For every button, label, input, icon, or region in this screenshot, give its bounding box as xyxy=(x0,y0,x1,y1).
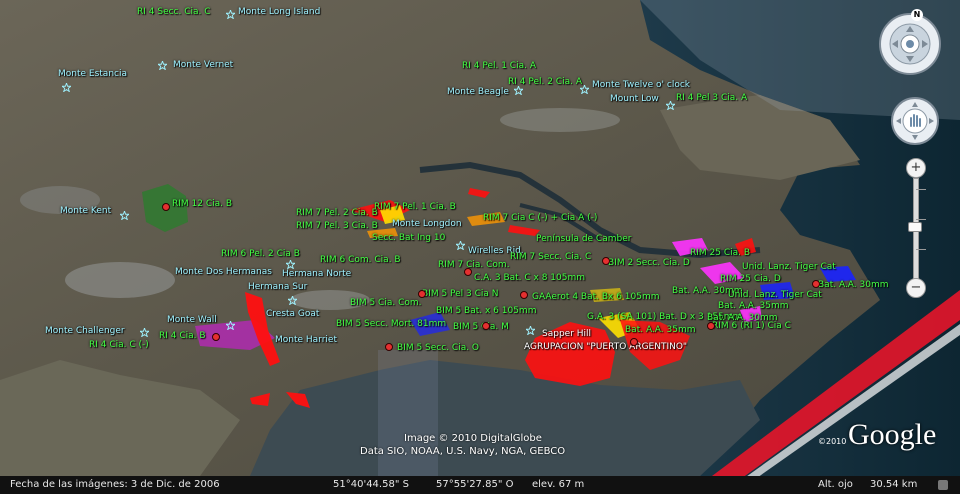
place-label[interactable]: Monte Vernet xyxy=(173,60,233,70)
star-pin-icon[interactable] xyxy=(62,83,71,92)
unit-marker[interactable] xyxy=(464,268,472,276)
star-pin-icon[interactable] xyxy=(526,326,535,335)
streaming-icon xyxy=(938,480,948,490)
place-label[interactable]: Monte Wall xyxy=(167,315,217,325)
unit-marker[interactable] xyxy=(418,290,426,298)
group-label[interactable]: AGRUPACION "PUERTO ARGENTINO" xyxy=(524,342,687,352)
unit-label[interactable]: BIM 5 Cia. M xyxy=(453,322,509,332)
unit-label[interactable]: RI 4 Secc. Cia. C xyxy=(137,7,211,17)
hand-pan-icon[interactable] xyxy=(890,96,940,146)
star-pin-icon[interactable] xyxy=(580,85,589,94)
place-label[interactable]: Monte Twelve o' clock xyxy=(592,80,690,90)
unit-label[interactable]: RIM 6 Com. Cia. B xyxy=(320,255,401,265)
unit-label[interactable]: RI 4 Pel. 1 Cia. A xyxy=(462,61,536,71)
unit-label[interactable]: RI 4 Pel 3 Cia. A xyxy=(676,93,747,103)
unit-label[interactable]: BIM 5 Secc. Cia. O xyxy=(397,343,479,353)
unit-label[interactable]: BIM 5 Secc. Mort. 81mm xyxy=(336,319,446,329)
unit-label[interactable]: Bat. A.A. 30mm xyxy=(818,280,889,290)
unit-marker[interactable] xyxy=(707,322,715,330)
latitude-readout: 51°40'44.58" S xyxy=(333,479,409,490)
unit-label[interactable]: RIM 7 Secc. Cia. C xyxy=(510,252,591,262)
zoom-tick xyxy=(916,189,926,190)
imagery-date: Fecha de las imágenes: 3 de Dic. de 2006 xyxy=(10,479,220,490)
place-label[interactable]: Mount Low xyxy=(610,94,659,104)
longitude-readout: 57°55'27.85" O xyxy=(436,479,514,490)
unit-marker[interactable] xyxy=(385,343,393,351)
unit-label[interactable]: RIM 7 Cia C (-) + Cia A (-) xyxy=(483,213,597,223)
zoom-slider[interactable]: + − xyxy=(906,158,926,300)
unit-marker[interactable] xyxy=(520,291,528,299)
unit-label[interactable]: RIM 7 Pel. 1 Cia. B xyxy=(374,202,456,212)
map-viewport[interactable]: Monte Long Island Monte Vernet Monte Est… xyxy=(0,0,960,494)
star-pin-icon[interactable] xyxy=(226,321,235,330)
status-bar: Fecha de las imágenes: 3 de Dic. de 2006… xyxy=(0,476,960,494)
unit-marker[interactable] xyxy=(482,322,490,330)
unit-label[interactable]: Bat. A.A. 35mm xyxy=(718,301,789,311)
unit-label[interactable]: C.A. 3 Bat. C x 8 105mm xyxy=(474,273,585,283)
star-pin-icon[interactable] xyxy=(226,10,235,19)
zoom-tick xyxy=(916,249,926,250)
unit-label[interactable]: Bat. A.A. 30mm xyxy=(707,313,778,323)
star-pin-icon[interactable] xyxy=(288,296,297,305)
unit-label[interactable]: Secc. Bat Ing 10 xyxy=(372,233,445,243)
unit-marker[interactable] xyxy=(162,203,170,211)
place-label[interactable]: Monte Dos Hermanas xyxy=(175,267,272,277)
place-label[interactable]: Monte Kent xyxy=(60,206,111,216)
star-pin-icon[interactable] xyxy=(666,101,675,110)
unit-label[interactable]: Unid. Lanz. Tiger Cat xyxy=(742,262,836,272)
logo-year: ©2010 xyxy=(818,437,847,446)
unit-label[interactable]: RIM 25 Cia. D xyxy=(720,274,781,284)
place-label[interactable]: Monte Challenger xyxy=(45,326,125,336)
star-pin-icon[interactable] xyxy=(120,211,129,220)
eye-alt-label: Alt. ojo xyxy=(818,479,853,490)
google-logo: Google xyxy=(848,418,937,451)
unit-marker[interactable] xyxy=(602,257,610,265)
unit-label[interactable]: RIM 12 Cia. B xyxy=(172,199,232,209)
unit-label[interactable]: RIM 7 Pel. 2 Cia. B xyxy=(296,208,378,218)
unit-label[interactable]: BIM 5 Cia. Com. xyxy=(350,298,421,308)
unit-marker[interactable] xyxy=(212,333,220,341)
star-pin-icon[interactable] xyxy=(286,260,295,269)
unit-label[interactable]: BIM 2 Secc. Cia. D xyxy=(608,258,690,268)
unit-label[interactable]: RIM 7 Pel. 3 Cia. B xyxy=(296,221,378,231)
unit-label[interactable]: RIM 6 Pel. 2 Cia B xyxy=(221,249,300,259)
star-pin-icon[interactable] xyxy=(140,328,149,337)
unit-label[interactable]: Bat. A.A. 35mm xyxy=(625,325,696,335)
place-label[interactable]: Monte Estancia xyxy=(58,69,127,79)
unit-label[interactable]: RIM 7 Cia. Com. xyxy=(438,260,510,270)
place-label[interactable]: Monte Long Island xyxy=(238,7,320,17)
north-indicator[interactable]: N xyxy=(911,9,923,21)
unit-label[interactable]: RI 4 Cia. C (-) xyxy=(89,340,149,350)
zoom-in-button[interactable]: + xyxy=(906,158,926,178)
unit-label[interactable]: GAAerot 4 Bat. Bx 6 105mm xyxy=(532,292,660,302)
place-label[interactable]: Monte Longdon xyxy=(392,219,462,229)
zoom-out-button[interactable]: − xyxy=(906,278,926,298)
zoom-tick xyxy=(916,219,926,220)
credit-line: Data SIO, NOAA, U.S. Navy, NGA, GEBCO xyxy=(360,446,566,457)
star-pin-icon[interactable] xyxy=(514,86,523,95)
unit-label[interactable]: BIM 5 Pel 3 Cia N xyxy=(422,289,499,299)
place-label[interactable]: Hermana Norte xyxy=(282,269,351,279)
unit-label[interactable]: BIM 5 Bat. x 6 105mm xyxy=(436,306,536,316)
unit-label[interactable]: RI 4 Cia. B xyxy=(159,331,206,341)
place-label[interactable]: Hermana Sur xyxy=(248,282,307,292)
place-label[interactable]: Península de Camber xyxy=(536,234,631,244)
place-label[interactable]: Monte Harriet xyxy=(275,335,337,345)
eye-alt-value: 30.54 km xyxy=(870,479,918,490)
unit-label[interactable]: RIM 25 Cia. B xyxy=(690,248,750,258)
imagery-credits: Image © 2010 DigitalGlobe Data SIO, NOAA… xyxy=(360,432,565,458)
unit-marker[interactable] xyxy=(812,280,820,288)
place-label[interactable]: Cresta Goat xyxy=(266,309,319,319)
star-pin-icon[interactable] xyxy=(158,61,167,70)
place-label[interactable]: Monte Beagle xyxy=(447,87,509,97)
unit-marker[interactable] xyxy=(630,338,638,346)
compass-ring-icon[interactable] xyxy=(878,12,942,76)
unit-label[interactable]: Unid. Lanz. Tiger Cat xyxy=(728,290,822,300)
credit-line: Image © 2010 DigitalGlobe xyxy=(404,433,542,444)
place-label[interactable]: Sapper Hill xyxy=(542,329,591,339)
star-pin-icon[interactable] xyxy=(456,241,465,250)
zoom-thumb[interactable] xyxy=(908,222,922,232)
elevation-readout: elev. 67 m xyxy=(532,479,585,490)
